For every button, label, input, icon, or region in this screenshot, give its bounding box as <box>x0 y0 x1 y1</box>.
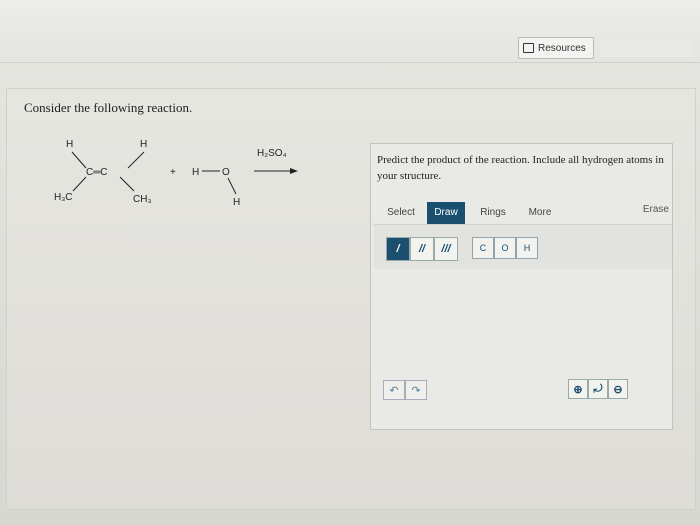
alkene-ch3: CH₃ <box>133 194 152 205</box>
tool-strip: / // /// C O H <box>374 224 672 269</box>
question-text: Consider the following reaction. <box>24 100 193 115</box>
alkene-h-top-right: H <box>140 139 147 150</box>
alkene-h-top-left: H <box>66 139 73 150</box>
water-h-bottom: H <box>233 197 240 208</box>
undo-icon[interactable]: ↶ <box>383 380 405 400</box>
bond-h-c-right <box>127 151 145 169</box>
bond-c-ch3-right <box>119 176 135 192</box>
water-oxygen: O <box>222 167 230 178</box>
drawing-panel: Predict the product of the reaction. Inc… <box>370 143 673 430</box>
alkene-double-bond: C═C <box>86 167 108 178</box>
top-bar: Resources <box>0 0 700 63</box>
alkene-h3c: H₃C <box>54 192 73 203</box>
tab-more[interactable]: More <box>517 202 563 224</box>
zoom-out-icon[interactable]: ⊖ <box>608 379 628 399</box>
tab-draw[interactable]: Draw <box>427 202 465 224</box>
editor-toolbar: Select Draw Rings More Erase <box>379 202 669 224</box>
double-bond-button[interactable]: // <box>410 237 434 261</box>
bond-h-c-left <box>71 151 87 169</box>
bond-o-h <box>227 177 237 195</box>
atom-o-button[interactable]: O <box>494 237 516 259</box>
triple-bond-button[interactable]: /// <box>434 237 458 261</box>
single-bond-button[interactable]: / <box>386 237 410 261</box>
tab-select[interactable]: Select <box>379 202 423 224</box>
redo-icon[interactable]: ↷ <box>405 380 427 400</box>
faded-button[interactable] <box>600 39 692 57</box>
bond-c-ch3-left <box>72 176 87 192</box>
resources-label: Resources <box>538 42 586 54</box>
page: Resources Consider the following reactio… <box>0 0 700 525</box>
zoom-group: ⊕ ⤾ ⊖ <box>568 379 628 399</box>
tab-rings[interactable]: Rings <box>471 202 515 224</box>
book-icon <box>523 43 534 53</box>
water-h-left: H <box>192 167 199 178</box>
plus-sign: + <box>170 167 176 178</box>
history-group: ↶ ↷ <box>383 380 427 400</box>
zoom-in-icon[interactable]: ⊕ <box>568 379 588 399</box>
reaction-arrow-head <box>290 168 298 174</box>
atom-tool-group: C O H <box>472 237 538 261</box>
erase-button[interactable]: Erase <box>643 204 669 215</box>
reagent-label: H₂SO₄ <box>257 148 287 159</box>
resources-button[interactable]: Resources <box>518 37 594 59</box>
atom-c-button[interactable]: C <box>472 237 494 259</box>
bond-tool-group: / // /// <box>386 237 458 263</box>
reaction-scheme: H H C═C H₃C CH₃ + H O H H₂SO₄ <box>54 139 298 208</box>
zoom-reset-icon[interactable]: ⤾ <box>588 379 608 399</box>
atom-h-button[interactable]: H <box>516 237 538 259</box>
panel-prompt: Predict the product of the reaction. Inc… <box>377 154 664 182</box>
